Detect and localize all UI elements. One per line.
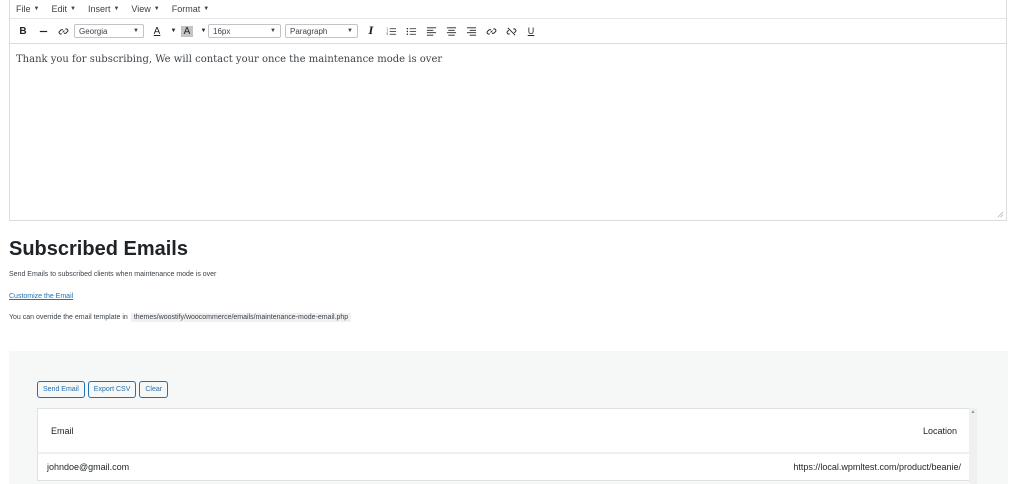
menu-insert[interactable]: Insert ▼ (88, 4, 119, 14)
italic-button[interactable]: I (362, 22, 380, 40)
action-buttons: Send Email Export CSV Clear (37, 381, 169, 398)
insert-link-button[interactable] (482, 22, 500, 40)
caret-down-icon: ▼ (69, 6, 76, 12)
resize-handle-icon[interactable] (997, 211, 1004, 218)
font-family-value: Georgia (79, 26, 108, 36)
bullet-list-button[interactable] (402, 22, 420, 40)
align-left-button[interactable] (422, 22, 440, 40)
caret-down-icon: ▼ (113, 6, 120, 12)
font-size-value: 16px (213, 26, 231, 36)
font-family-select[interactable]: Georgia ▼ (74, 24, 144, 38)
block-format-select[interactable]: Paragraph ▼ (285, 24, 358, 38)
menu-edit-label: Edit (51, 4, 67, 14)
section-title: Subscribed Emails (9, 238, 188, 260)
block-format-value: Paragraph (290, 26, 328, 36)
menu-view[interactable]: View ▼ (131, 4, 159, 14)
bold-button[interactable]: B (14, 22, 32, 40)
background-color-dropdown[interactable]: ▼ (198, 22, 207, 40)
customize-email-link[interactable]: Customize the Email (9, 293, 73, 300)
horizontal-line-button[interactable] (34, 22, 52, 40)
export-csv-button[interactable]: Export CSV (87, 381, 137, 398)
align-right-icon (466, 26, 476, 36)
section-description: Send Emails to subscribed clients when m… (9, 271, 217, 278)
row-location: https://local.wpmltest.com/product/beani… (793, 462, 961, 472)
scroll-up-icon[interactable]: ▲ (969, 408, 977, 416)
caret-down-icon: ▼ (153, 6, 160, 12)
menu-format[interactable]: Format ▼ (172, 4, 209, 14)
clear-button[interactable]: Clear (139, 381, 169, 398)
menu-view-label: View (131, 4, 151, 14)
numbered-list-button[interactable]: 123 (382, 22, 400, 40)
text-color-dropdown[interactable]: ▼ (168, 22, 177, 40)
svg-text:3: 3 (386, 32, 388, 36)
unlink-icon (506, 27, 516, 35)
rich-text-editor: File ▼ Edit ▼ Insert ▼ View ▼ Format ▼ B Geor… (9, 0, 1007, 221)
align-center-icon (446, 26, 456, 36)
menu-file[interactable]: File ▼ (16, 4, 39, 14)
caret-down-icon: ▼ (200, 28, 207, 34)
link-icon (486, 27, 496, 35)
send-email-button[interactable]: Send Email (37, 381, 85, 398)
bullet-list-icon (406, 27, 416, 35)
horizontal-line-icon (39, 30, 47, 32)
menu-edit[interactable]: Edit ▼ (51, 4, 75, 14)
underline-button[interactable]: U (522, 22, 540, 40)
table-header: Email Location (38, 409, 970, 454)
caret-down-icon: ▼ (203, 6, 210, 12)
location-column-header[interactable]: Location (923, 426, 957, 436)
align-left-icon (426, 26, 436, 36)
link-icon (58, 27, 68, 35)
editor-menubar: File ▼ Edit ▼ Insert ▼ View ▼ Format ▼ (10, 0, 1006, 19)
text-color-button[interactable]: A (148, 22, 166, 40)
caret-down-icon: ▼ (270, 28, 276, 34)
menu-format-label: Format (171, 4, 201, 14)
menu-insert-label: Insert (87, 4, 111, 14)
row-email: johndoe@gmail.com (47, 462, 130, 472)
align-right-button[interactable] (462, 22, 480, 40)
align-center-button[interactable] (442, 22, 460, 40)
table-scrollbar[interactable]: ▲ (969, 408, 977, 484)
editor-content[interactable]: Thank you for subscribing, We will conta… (10, 44, 1006, 75)
template-path: themes/woostify/woocommerce/emails/maint… (130, 313, 352, 322)
table-row[interactable]: johndoe@gmail.com https://local.wpmltest… (38, 454, 970, 480)
email-column-header[interactable]: Email (51, 426, 74, 436)
background-color-button[interactable]: A (178, 22, 196, 40)
override-note: You can override the email template in t… (9, 313, 352, 322)
background-color-icon: A (180, 25, 194, 37)
caret-down-icon: ▼ (170, 28, 177, 34)
caret-down-icon: ▼ (133, 28, 139, 34)
numbered-list-icon: 123 (386, 26, 396, 36)
caret-down-icon: ▼ (347, 28, 353, 34)
subscribers-table: Email Location johndoe@gmail.com https:/… (37, 408, 971, 481)
font-size-select[interactable]: 16px ▼ (208, 24, 281, 38)
editor-toolbar: B Georgia ▼ A ▼ A ▼ 16px ▼ Paragraph ▼ I 12… (10, 19, 1006, 44)
menu-file-label: File (16, 4, 31, 14)
link-button[interactable] (54, 22, 72, 40)
unlink-button[interactable] (502, 22, 520, 40)
subscribers-panel: Send Email Export CSV Clear Email Locati… (9, 351, 1008, 484)
caret-down-icon: ▼ (33, 6, 40, 12)
override-text: You can override the email template in (9, 314, 128, 321)
